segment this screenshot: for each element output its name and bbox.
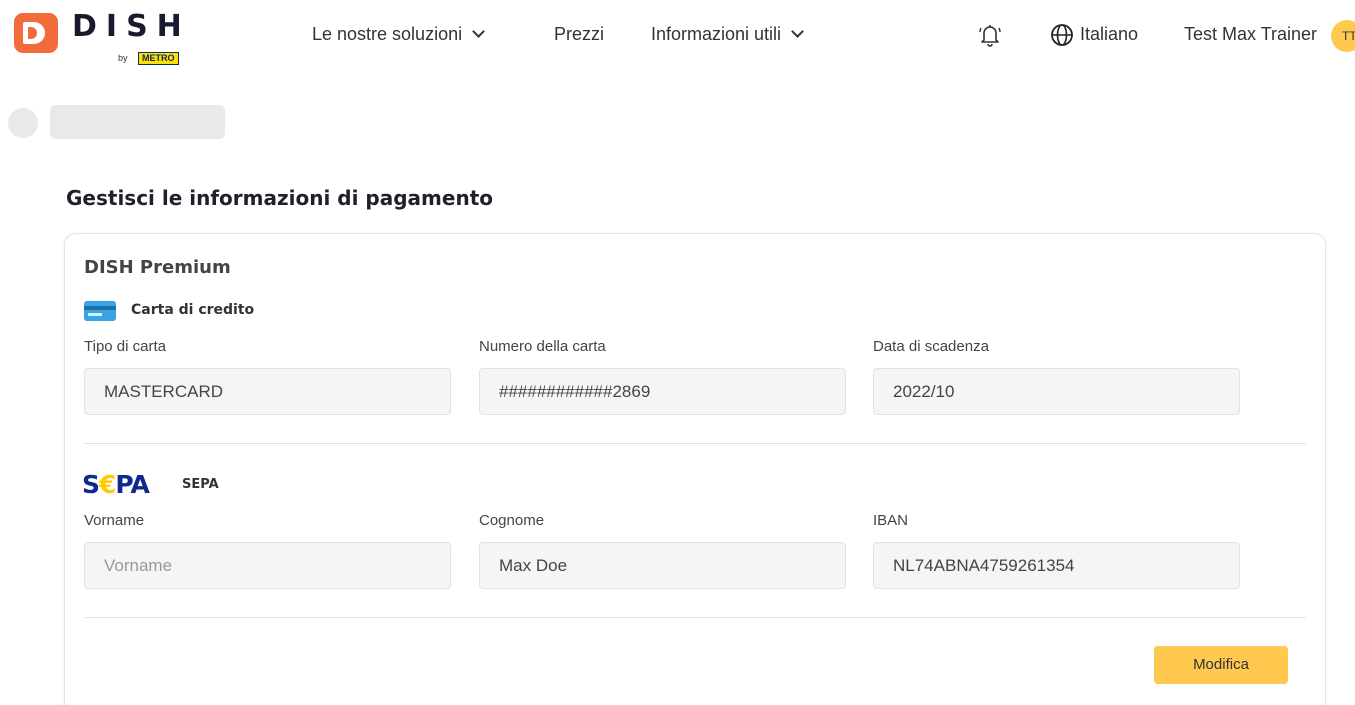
first-name-field[interactable]: Vorname xyxy=(84,542,451,589)
logo-by-text: by xyxy=(118,53,128,63)
dish-logo-icon[interactable] xyxy=(14,13,58,53)
bell-icon[interactable] xyxy=(978,22,1002,48)
card-number-label: Numero della carta xyxy=(479,338,606,355)
expiry-date-field[interactable]: 2022/10 xyxy=(873,368,1240,415)
expiry-date-label: Data di scadenza xyxy=(873,338,989,355)
card-type-field[interactable]: MASTERCARD xyxy=(84,368,451,415)
avatar[interactable]: TT xyxy=(1331,20,1355,52)
last-name-field[interactable]: Max Doe xyxy=(479,542,846,589)
nav-item-label: Le nostre soluzioni xyxy=(312,24,463,44)
logo-text[interactable]: DISH xyxy=(72,9,191,44)
sepa-section-title: SEPA xyxy=(182,477,219,492)
chevron-down-icon xyxy=(791,25,804,38)
language-selector[interactable]: Italiano xyxy=(1080,24,1138,45)
user-name[interactable]: Test Max Trainer xyxy=(1184,24,1317,45)
edit-button[interactable]: Modifica xyxy=(1154,646,1288,684)
card-number-field[interactable]: ############2869 xyxy=(479,368,846,415)
iban-label: IBAN xyxy=(873,512,909,529)
nav-item-prices[interactable]: Prezzi xyxy=(554,24,604,45)
last-name-label: Cognome xyxy=(479,512,545,529)
sepa-logo-part: PA xyxy=(115,470,149,499)
breadcrumb-skeleton xyxy=(50,105,225,139)
nav-item-useful-info[interactable]: Informazioni utili xyxy=(651,24,804,45)
nav-item-label: Prezzi xyxy=(554,24,605,44)
nav-item-solutions[interactable]: Le nostre soluzioni xyxy=(312,24,485,45)
card-type-label: Tipo di carta xyxy=(84,338,166,355)
sepa-logo-icon: S€PA xyxy=(82,470,150,499)
page-title: Gestisci le informazioni di pagamento xyxy=(66,186,493,210)
chevron-down-icon xyxy=(472,25,485,38)
plan-title: DISH Premium xyxy=(84,257,231,278)
metro-logo: METRO xyxy=(138,52,179,65)
sepa-logo-part: S xyxy=(82,470,100,499)
credit-card-section-title: Carta di credito xyxy=(131,302,255,318)
breadcrumb-skeleton-icon xyxy=(8,108,38,138)
top-header: DISH by METRO Le nostre soluzioni Prezzi… xyxy=(0,0,1355,78)
nav-item-label: Informazioni utili xyxy=(651,24,782,44)
section-divider xyxy=(84,443,1306,444)
credit-card-icon xyxy=(84,301,116,321)
globe-icon[interactable] xyxy=(1050,23,1074,47)
section-divider xyxy=(84,617,1306,618)
iban-field[interactable]: NL74ABNA4759261354 xyxy=(873,542,1240,589)
sepa-logo-euro: € xyxy=(99,470,116,499)
first-name-label: Vorname xyxy=(84,512,145,529)
